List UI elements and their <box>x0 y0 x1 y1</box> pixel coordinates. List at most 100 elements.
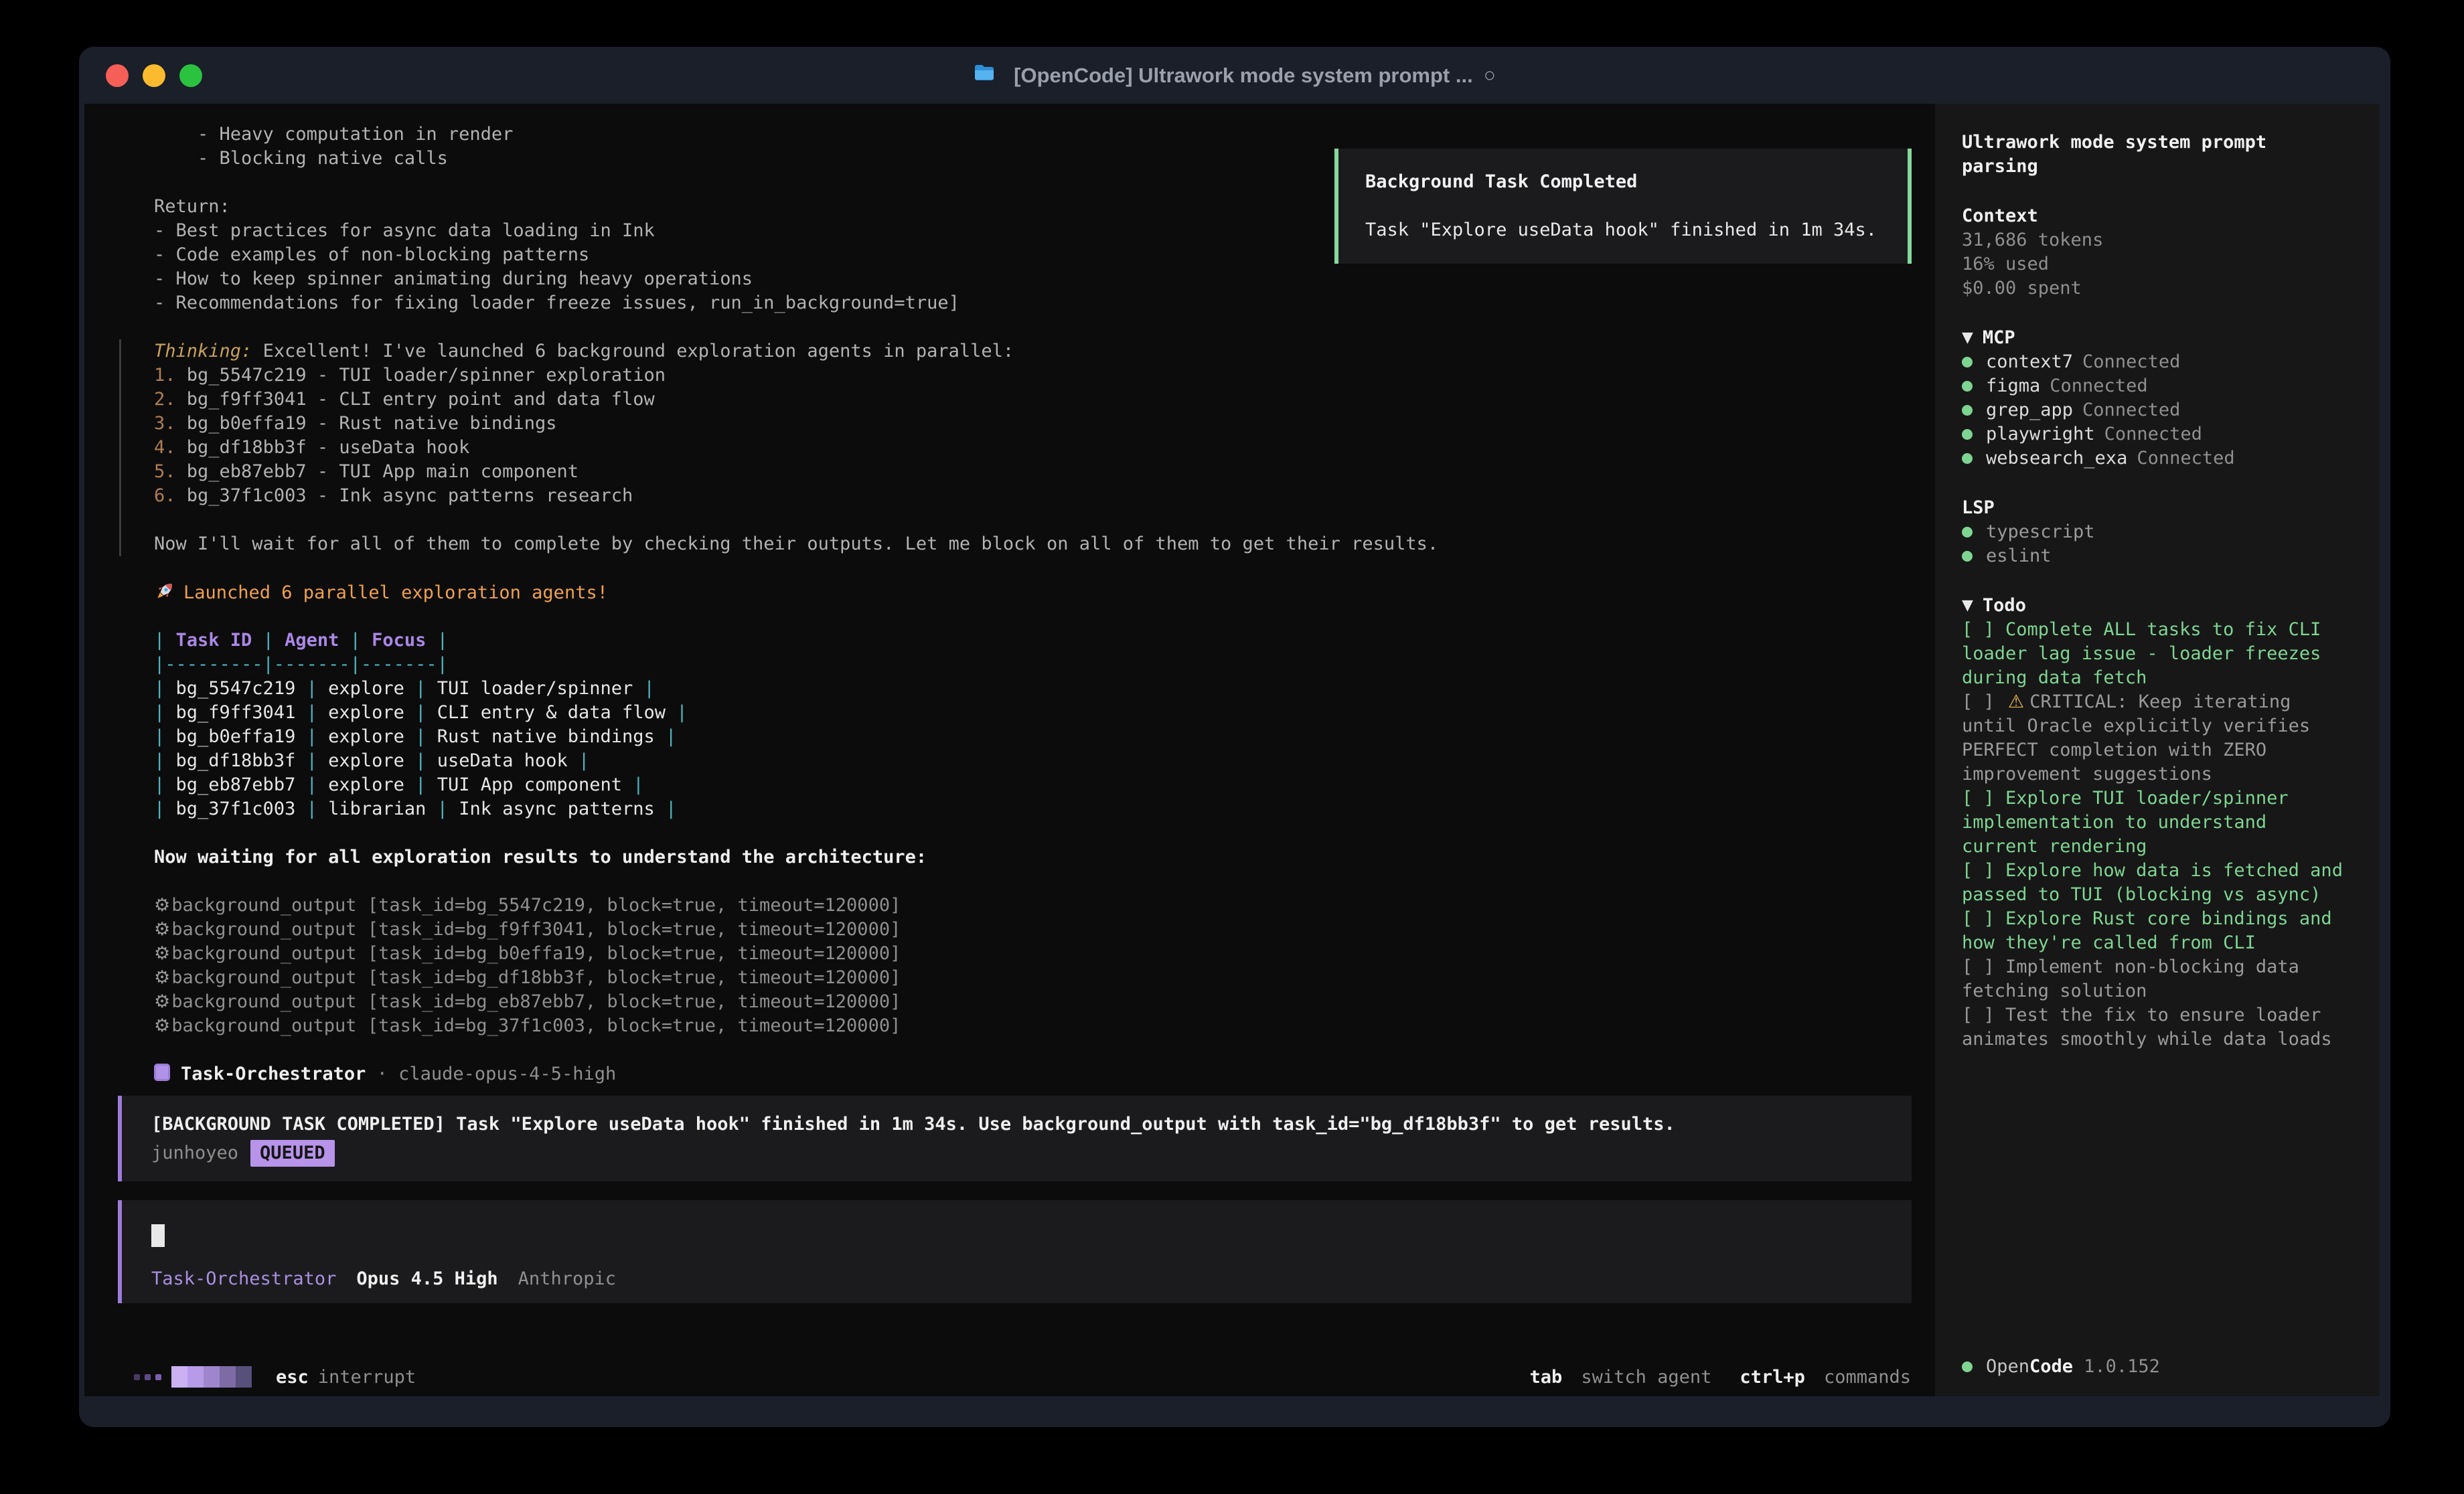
conversation-scroll-area[interactable]: - Heavy computation in render - Blocking… <box>84 122 1935 1357</box>
todo-checkbox[interactable]: [ ] <box>1962 1005 2005 1025</box>
ctrlp-key-hint: ctrl+p <box>1740 1367 1805 1388</box>
todo-checkbox[interactable]: [ ] <box>1962 788 2005 809</box>
session-title: Ultrawork mode system prompt parsing <box>1962 131 2353 179</box>
terminal-line <box>154 604 1935 629</box>
todo-checkbox[interactable]: [ ] <box>1962 691 2005 712</box>
terminal-main-pane: - Heavy computation in render - Blocking… <box>84 104 1935 1396</box>
prompt-input[interactable]: Task-Orchestrator Opus 4.5 High Anthropi… <box>118 1200 1912 1303</box>
notification-body: Task "Explore useData hook" finished in … <box>1365 218 1881 242</box>
background-task-completed-message: [BACKGROUND TASK COMPLETED] Task "Explor… <box>118 1096 1912 1181</box>
terminal-line: | bg_df18bb3f | explore | useData hook | <box>154 749 1935 773</box>
terminal-line: ⚙background_output [task_id=bg_df18bb3f,… <box>154 966 1935 990</box>
terminal-line: ⚙background_output [task_id=bg_b0effa19,… <box>154 942 1935 966</box>
esc-action-label: interrupt <box>318 1367 416 1388</box>
warning-icon: ⚠ <box>2008 691 2024 712</box>
terminal-line: 3. bg_b0effa19 - Rust native bindings <box>154 412 1935 436</box>
status-bar: esc interrupt tab switch agent ctrl+p co… <box>84 1357 1935 1396</box>
mcp-header[interactable]: ▼MCP <box>1962 326 2353 350</box>
terminal-line: | bg_5547c219 | explore | TUI loader/spi… <box>154 677 1935 701</box>
minimize-button[interactable] <box>143 64 165 87</box>
todo-item: [ ] Implement non-blocking data fetching… <box>1962 955 2353 1003</box>
context-header: Context <box>1962 204 2353 228</box>
terminal-line <box>154 821 1935 845</box>
mcp-server-item: playwrightConnected <box>1962 422 2353 446</box>
folder-icon <box>974 64 995 88</box>
context-stat: $0.00 spent <box>1962 276 2353 301</box>
connected-status-icon <box>1962 527 1973 537</box>
brand-name: Open <box>1986 1355 2029 1379</box>
lsp-section: LSP typescript eslint <box>1962 496 2353 568</box>
terminal-line: 5. bg_eb87ebb7 - TUI App main component <box>154 460 1935 484</box>
terminal-line: 6. bg_37f1c003 - Ink async patterns rese… <box>154 484 1935 508</box>
terminal-line <box>154 556 1935 580</box>
window-title-text: [OpenCode] Ultrawork mode system prompt … <box>1014 64 1473 88</box>
terminal-line: | bg_b0effa19 | explore | Rust native bi… <box>154 725 1935 749</box>
terminal-line: 4. bg_df18bb3f - useData hook <box>154 436 1935 460</box>
chevron-down-icon[interactable]: ▼ <box>1962 594 1973 618</box>
context-stat: 31,686 tokens <box>1962 228 2353 252</box>
terminal-line: | bg_f9ff3041 | explore | CLI entry & da… <box>154 701 1935 725</box>
terminal-line <box>154 508 1935 532</box>
zoom-button[interactable] <box>179 64 202 87</box>
terminal-line: - Recommendations for fixing loader free… <box>154 291 1935 315</box>
todo-checkbox[interactable]: [ ] <box>1962 619 2005 640</box>
todo-text: Test the fix to ensure loader animates s… <box>1962 1005 2332 1050</box>
terminal-line: Thinking: Excellent! I've launched 6 bac… <box>154 339 1935 363</box>
app-version-footer: OpenCode 1.0.152 <box>1962 1355 2353 1379</box>
context-stat: 16% used <box>1962 252 2353 276</box>
traffic-lights <box>79 64 202 87</box>
ctrlp-action-label: commands <box>1824 1367 1911 1388</box>
mcp-server-item: grep_appConnected <box>1962 398 2353 422</box>
todo-item: [ ] Explore Rust core bindings and how t… <box>1962 907 2353 955</box>
terminal-line: Launched 6 parallel exploration agents! <box>154 580 1935 604</box>
terminal-line: Now waiting for all exploration results … <box>154 845 1935 869</box>
todo-text: Complete ALL tasks to fix CLI loader lag… <box>1962 619 2321 688</box>
completed-message-text: [BACKGROUND TASK COMPLETED] Task "Explor… <box>151 1112 1885 1137</box>
todo-text: Implement non-blocking data fetching sol… <box>1962 957 2299 1001</box>
loading-spinner <box>134 1366 252 1388</box>
esc-key-hint: esc <box>276 1367 309 1388</box>
terminal-line: ⚙background_output [task_id=bg_eb87ebb7,… <box>154 990 1935 1014</box>
agent-name-label[interactable]: Task-Orchestrator <box>151 1267 336 1291</box>
info-sidebar: Ultrawork mode system prompt parsing Con… <box>1935 104 2380 1396</box>
terminal-line: ⚙background_output [task_id=bg_37f1c003,… <box>154 1014 1935 1038</box>
terminal-line: - Heavy computation in render <box>154 122 1935 147</box>
todo-header[interactable]: ▼Todo <box>1962 594 2353 618</box>
connected-status-icon <box>1962 357 1973 367</box>
window-title: [OpenCode] Ultrawork mode system prompt … <box>79 64 2390 88</box>
mcp-server-item: websearch_exaConnected <box>1962 446 2353 471</box>
terminal-line: |---------|-------|-------| <box>154 653 1935 677</box>
thinking-block: Thinking: Excellent! I've launched 6 bac… <box>119 339 1935 556</box>
connected-status-icon <box>1962 381 1973 392</box>
todo-item: [ ] ⚠CRITICAL: Keep iterating until Orac… <box>1962 690 2353 786</box>
terminal-line: Task-Orchestrator · claude-opus-4-5-high <box>154 1062 1935 1086</box>
online-status-icon <box>1962 1361 1973 1372</box>
status-badge: QUEUED <box>250 1140 335 1167</box>
todo-text: Explore Rust core bindings and how they'… <box>1962 908 2332 953</box>
terminal-line <box>154 869 1935 894</box>
context-section: Context 31,686 tokens 16% used $0.00 spe… <box>1962 204 2353 301</box>
todo-item: [ ] Explore TUI loader/spinner implement… <box>1962 786 2353 859</box>
text-cursor <box>151 1224 165 1247</box>
model-name-label[interactable]: Opus 4.5 High <box>356 1267 497 1291</box>
lsp-server-item: eslint <box>1962 544 2353 568</box>
todo-text: Explore TUI loader/spinner implementatio… <box>1962 788 2289 857</box>
username-label: junhoyeo <box>151 1141 238 1166</box>
todo-checkbox[interactable]: [ ] <box>1962 908 2005 929</box>
lsp-server-item: typescript <box>1962 520 2353 544</box>
todo-item: [ ] Explore how data is fetched and pass… <box>1962 859 2353 907</box>
background-task-notification[interactable]: Background Task Completed Task "Explore … <box>1334 149 1912 264</box>
connected-status-icon <box>1962 551 1973 562</box>
todo-checkbox[interactable]: [ ] <box>1962 957 2005 977</box>
close-button[interactable] <box>106 64 129 87</box>
title-bar[interactable]: [OpenCode] Ultrawork mode system prompt … <box>79 47 2390 104</box>
mcp-server-item: context7Connected <box>1962 350 2353 374</box>
document-edited-icon: ○ <box>1484 64 1496 87</box>
terminal-line: Now I'll wait for all of them to complet… <box>154 532 1935 556</box>
terminal-line: 1. bg_5547c219 - TUI loader/spinner expl… <box>154 363 1935 388</box>
chevron-down-icon[interactable]: ▼ <box>1962 326 1973 350</box>
todo-checkbox[interactable]: [ ] <box>1962 860 2005 881</box>
tab-key-hint: tab <box>1530 1367 1563 1388</box>
mcp-server-item: figmaConnected <box>1962 374 2353 398</box>
todo-item: [ ] Complete ALL tasks to fix CLI loader… <box>1962 618 2353 690</box>
